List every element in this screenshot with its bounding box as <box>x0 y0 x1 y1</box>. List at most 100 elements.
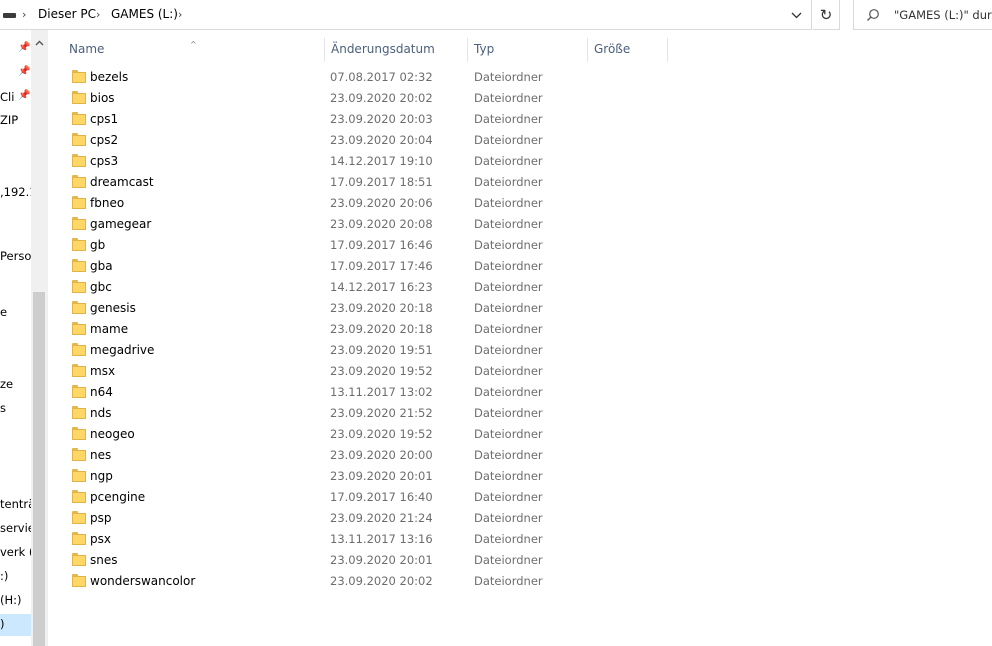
nav-item[interactable]: tenträ <box>0 497 35 511</box>
modified-date: 23.09.2020 19:52 <box>330 364 433 378</box>
chevron-right-icon[interactable]: › <box>22 8 26 21</box>
folder-icon <box>72 532 86 545</box>
item-type: Dateiordner <box>474 427 543 441</box>
nav-item[interactable]: ze <box>0 377 13 391</box>
search-placeholder[interactable]: "GAMES (L:)" durch <box>894 8 992 22</box>
item-type: Dateiordner <box>474 322 543 336</box>
nav-item[interactable]: ZIP <box>0 113 18 127</box>
nav-item[interactable]: (H:) <box>0 593 22 607</box>
column-header-type-label: Typ <box>474 42 495 56</box>
folder-row[interactable]: cps3 14.12.2017 19:10 Dateiordner <box>66 151 646 172</box>
folder-row[interactable]: bios 23.09.2020 20:02 Dateiordner <box>66 88 646 109</box>
folder-row[interactable]: genesis 23.09.2020 20:18 Dateiordner <box>66 298 646 319</box>
nav-item[interactable]: :) <box>0 569 8 583</box>
scrollbar-thumb[interactable] <box>33 292 45 646</box>
folder-icon <box>72 280 86 293</box>
modified-date: 23.09.2020 19:52 <box>330 427 433 441</box>
item-type: Dateiordner <box>474 511 543 525</box>
folder-icon <box>72 427 86 440</box>
folder-icon <box>72 238 86 251</box>
folder-name: cps1 <box>90 112 119 126</box>
refresh-button[interactable]: ↻ <box>813 0 840 30</box>
folder-row[interactable]: neogeo 23.09.2020 19:52 Dateiordner <box>66 424 646 445</box>
column-header-date[interactable]: Änderungsdatum <box>325 38 468 62</box>
folder-row[interactable]: megadrive 23.09.2020 19:51 Dateiordner <box>66 340 646 361</box>
folder-row[interactable]: mame 23.09.2020 20:18 Dateiordner <box>66 319 646 340</box>
folder-icon <box>72 175 86 188</box>
breadcrumb-games-drive[interactable]: GAMES (L:) <box>111 7 178 21</box>
item-type: Dateiordner <box>474 91 543 105</box>
nav-item[interactable]: s <box>0 401 6 415</box>
modified-date: 23.09.2020 20:00 <box>330 448 433 462</box>
item-type: Dateiordner <box>474 385 543 399</box>
folder-row[interactable]: bezels 07.08.2017 02:32 Dateiordner <box>66 67 646 88</box>
folder-row[interactable]: cps1 23.09.2020 20:03 Dateiordner <box>66 109 646 130</box>
folder-row[interactable]: dreamcast 17.09.2017 18:51 Dateiordner <box>66 172 646 193</box>
folder-icon <box>72 70 86 83</box>
folder-icon <box>72 469 86 482</box>
scroll-up-button[interactable] <box>31 36 47 50</box>
modified-date: 23.09.2020 20:02 <box>330 574 433 588</box>
modified-date: 17.09.2017 17:46 <box>330 259 433 273</box>
folder-row[interactable]: ngp 23.09.2020 20:01 Dateiordner <box>66 466 646 487</box>
column-header-size[interactable]: Größe <box>588 38 668 62</box>
folder-row[interactable]: psx 13.11.2017 13:16 Dateiordner <box>66 529 646 550</box>
chevron-right-icon[interactable]: › <box>178 8 182 21</box>
folder-row[interactable]: gb 17.09.2017 16:46 Dateiordner <box>66 235 646 256</box>
pin-icon[interactable]: 📌 <box>18 42 30 53</box>
folder-name: gbc <box>90 280 112 294</box>
modified-date: 07.08.2017 02:32 <box>330 70 433 84</box>
item-type: Dateiordner <box>474 406 543 420</box>
folder-name: snes <box>90 553 118 567</box>
folder-row[interactable]: nds 23.09.2020 21:52 Dateiordner <box>66 403 646 424</box>
file-list: Name ^ Änderungsdatum Typ Größe bezels 07… <box>48 30 992 646</box>
folder-icon <box>72 217 86 230</box>
item-type: Dateiordner <box>474 364 543 378</box>
modified-date: 14.12.2017 19:10 <box>330 154 433 168</box>
folder-row[interactable]: wonderswancolor 23.09.2020 20:02 Dateiordn… <box>66 571 646 592</box>
address-bar[interactable]: › Dieser PC › GAMES (L:) › <box>0 0 812 30</box>
item-type: Dateiordner <box>474 490 543 504</box>
folder-row[interactable]: snes 23.09.2020 20:01 Dateiordner <box>66 550 646 571</box>
column-header-type[interactable]: Typ <box>468 38 588 62</box>
modified-date: 17.09.2017 18:51 <box>330 175 433 189</box>
folder-icon <box>72 343 86 356</box>
folder-icon <box>72 196 86 209</box>
folder-row[interactable]: psp 23.09.2020 21:24 Dateiordner <box>66 508 646 529</box>
breadcrumb-this-pc[interactable]: Dieser PC <box>38 7 96 21</box>
pin-icon[interactable]: 📌 <box>18 66 30 77</box>
item-type: Dateiordner <box>474 70 543 84</box>
item-type: Dateiordner <box>474 133 543 147</box>
nav-item-selected[interactable]: ) <box>0 617 5 631</box>
folder-row[interactable]: gbc 14.12.2017 16:23 Dateiordner <box>66 277 646 298</box>
nav-item[interactable]: Cli <box>0 90 14 104</box>
search-box[interactable]: "GAMES (L:)" durch <box>853 0 992 30</box>
folder-row[interactable]: fbneo 23.09.2020 20:06 Dateiordner <box>66 193 646 214</box>
chevron-right-icon[interactable]: › <box>96 8 100 21</box>
item-type: Dateiordner <box>474 196 543 210</box>
folder-row[interactable]: cps2 23.09.2020 20:04 Dateiordner <box>66 130 646 151</box>
modified-date: 13.11.2017 13:02 <box>330 385 433 399</box>
modified-date: 23.09.2020 20:08 <box>330 217 433 231</box>
pin-icon[interactable]: 📌 <box>18 90 30 101</box>
folder-row[interactable]: n64 13.11.2017 13:02 Dateiordner <box>66 382 646 403</box>
column-header-date-label: Änderungsdatum <box>331 42 435 56</box>
folder-name: psp <box>90 511 112 525</box>
folder-name: mame <box>90 322 129 336</box>
drive-icon <box>3 13 16 18</box>
nav-item[interactable]: e <box>0 305 7 319</box>
folder-row[interactable]: gba 17.09.2017 17:46 Dateiordner <box>66 256 646 277</box>
folder-row[interactable]: pcengine 17.09.2017 16:40 Dateiordner <box>66 487 646 508</box>
item-type: Dateiordner <box>474 259 543 273</box>
folder-name: cps2 <box>90 133 119 147</box>
folder-icon <box>72 406 86 419</box>
folder-name: gamegear <box>90 217 152 231</box>
item-type: Dateiordner <box>474 553 543 567</box>
folder-row[interactable]: nes 23.09.2020 20:00 Dateiordner <box>66 445 646 466</box>
folder-row[interactable]: gamegear 23.09.2020 20:08 Dateiordner <box>66 214 646 235</box>
folder-icon <box>72 322 86 335</box>
address-history-dropdown[interactable] <box>786 6 806 24</box>
folder-row[interactable]: msx 23.09.2020 19:52 Dateiordner <box>66 361 646 382</box>
modified-date: 23.09.2020 20:04 <box>330 133 433 147</box>
folder-name: nds <box>90 406 112 420</box>
